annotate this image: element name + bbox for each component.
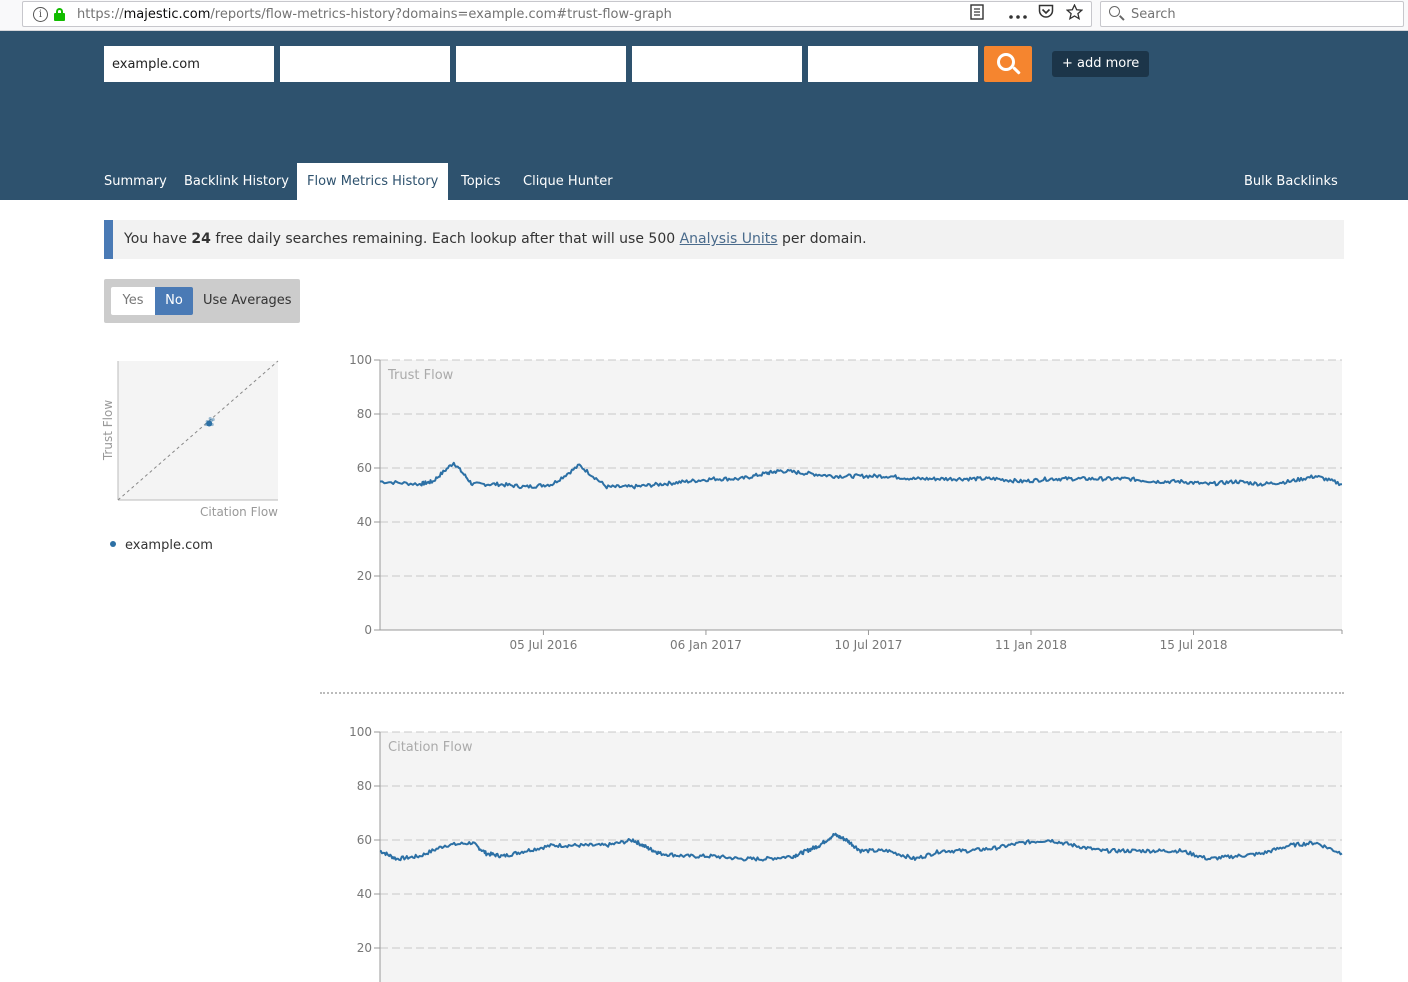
y-tick-label: 80 [357,779,372,793]
y-tick-label: 20 [357,569,372,583]
tab-bulk-backlinks[interactable]: Bulk Backlinks [1244,163,1338,200]
citation-flow-chart: 20 40 60 80 100 Citation Flow [349,725,1343,982]
scatter-point[interactable] [211,417,215,422]
averages-no-button[interactable]: No [155,287,193,315]
tab-flow-metrics-history[interactable]: Flow Metrics History [297,163,449,200]
tab-topics[interactable]: Topics [461,163,500,200]
searches-remaining-count: 24 [191,231,211,247]
bookmark-star-icon[interactable] [1064,3,1084,24]
url-text[interactable]: https://majestic.com/reports/flow-metric… [77,7,672,22]
analysis-units-link[interactable]: Analysis Units [680,231,778,247]
scatter-y-label: Trust Flow [101,400,115,461]
domain-input-1[interactable] [104,46,274,82]
info-icon[interactable]: i [33,7,48,22]
domain-input-3[interactable] [456,46,626,82]
url-bar[interactable]: i https://majestic.com/reports/flow-metr… [22,1,1092,27]
plot-area [380,360,1342,630]
x-tick-label: 15 Jul 2018 [1160,638,1228,652]
legend-item-example-com[interactable]: example.com [110,538,213,553]
chart-title: Trust Flow [387,368,454,383]
scatter-point[interactable] [205,419,209,424]
y-tick-label: 60 [357,461,372,475]
search-button[interactable] [984,46,1032,82]
x-tick-label: 10 Jul 2017 [835,638,903,652]
reader-view-icon[interactable] [967,4,987,24]
averages-yes-button[interactable]: Yes [111,287,155,315]
domain-input-5[interactable] [808,46,978,82]
y-tick-label: 40 [357,515,372,529]
trust-flow-chart: 0 20 40 60 80 100 05 Jul 2016 06 Jan 2017 10 Jul… [349,353,1343,652]
x-tick-label: 05 Jul 2016 [509,638,577,652]
domain-input-4[interactable] [632,46,802,82]
use-averages-label: Use Averages [203,293,292,308]
pocket-icon[interactable] [1036,4,1056,24]
browser-toolbar: i https://majestic.com/reports/flow-metr… [0,0,1408,31]
tab-summary[interactable]: Summary [104,163,167,200]
browser-search-field[interactable]: Search [1100,1,1404,27]
use-averages-toggle: Yes No Use Averages [104,279,300,323]
more-icon[interactable] [1008,4,1028,24]
scatter-x-label: Citation Flow [200,505,278,519]
y-tick-label: 100 [349,353,372,367]
scatter-point[interactable] [204,422,208,427]
y-tick-label: 20 [357,941,372,955]
y-tick-label: 60 [357,833,372,847]
y-tick-label: 80 [357,407,372,421]
x-tick-label: 06 Jan 2017 [670,638,742,652]
chart-title: Citation Flow [388,740,473,755]
chart-separator [320,692,1344,694]
tab-clique-hunter[interactable]: Clique Hunter [523,163,613,200]
y-tick-label: 0 [364,623,372,637]
add-more-button[interactable]: + add more [1052,51,1150,77]
legend-dot [110,540,116,547]
report-nav: Summary Backlink History Flow Metrics Hi… [0,163,1408,200]
x-tick-label: 11 Jan 2018 [995,638,1067,652]
scatter-point[interactable] [208,416,212,421]
browser-search-placeholder: Search [1131,7,1176,22]
tab-backlink-history[interactable]: Backlink History [184,163,289,200]
legend-label: example.com [125,538,213,553]
y-tick-label: 40 [357,887,372,901]
searches-remaining-notice: You have 24 free daily searches remainin… [104,220,1344,259]
site-header: + add more Summary Backlink History Flow… [0,31,1408,200]
flow-scatter-chart: Citation Flow Trust Flow [101,360,279,519]
domain-input-2[interactable] [280,46,450,82]
y-tick-label: 100 [349,725,372,739]
search-icon [1109,6,1120,17]
lock-icon[interactable] [54,8,65,21]
scatter-point[interactable] [210,422,214,427]
